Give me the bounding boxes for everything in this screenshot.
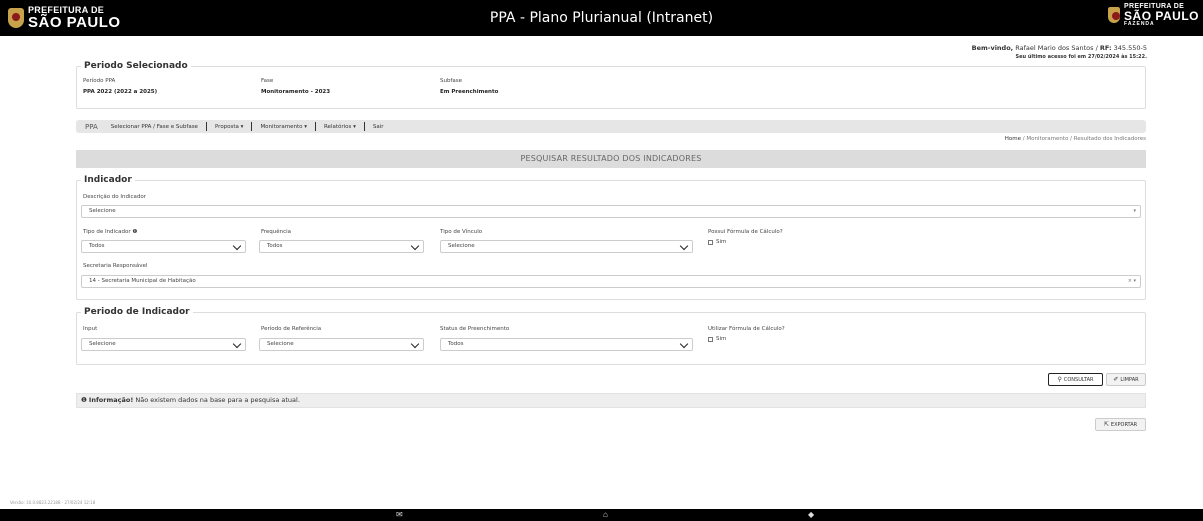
frequencia-label: Frequência	[261, 229, 292, 235]
periodo-referencia-value: Selecione	[267, 341, 294, 347]
input-value: Selecione	[89, 341, 116, 347]
tipo-indicador-value: Todos	[89, 243, 105, 249]
nav-brand[interactable]: PPA	[85, 123, 98, 131]
tipo-indicador-select[interactable]: Todos	[81, 240, 246, 253]
utilizar-formula-label: Utilizar Fórmula de Cálculo?	[708, 326, 785, 332]
input-select[interactable]: Selecione	[81, 338, 246, 351]
nav-divider	[205, 122, 207, 131]
nav-monitoramento[interactable]: Monitoramento ▾	[260, 124, 307, 130]
utilizar-formula-option: Sim	[716, 336, 727, 342]
status-preenchimento-value: Todos	[448, 341, 464, 347]
periodo-ppa-label: Período PPA	[83, 78, 116, 84]
tipo-vinculo-value: Selecione	[448, 243, 475, 249]
info-alert: ❶ Informação! Não existem dados na base …	[76, 393, 1146, 408]
possui-formula-checkbox[interactable]: Sim	[708, 239, 726, 245]
secretaria-label: Secretaria Responsável	[83, 263, 148, 269]
dropdown-caret-icon: ▾	[1133, 208, 1136, 214]
periodo-selecionado-panel: Periodo Selecionado	[76, 61, 1146, 109]
secretaria-value: 14 - Secretaria Municipal de Habitação	[89, 278, 196, 284]
info-circle-icon[interactable]: ❶	[132, 229, 137, 235]
tipo-indicador-label: Tipo de Indicador ❶	[83, 229, 137, 235]
info-icon: ❶	[81, 396, 87, 404]
checkbox-box[interactable]	[708, 239, 713, 245]
descricao-indicador-value: Selecione	[89, 208, 116, 214]
status-preenchimento-label: Status de Preenchimento	[440, 326, 510, 332]
checkbox-box[interactable]	[708, 336, 713, 342]
tipo-vinculo-select[interactable]: Selecione	[440, 240, 693, 253]
breadcrumb-monitoramento[interactable]: Monitoramento	[1026, 136, 1068, 142]
secretaria-select[interactable]: 14 - Secretaria Municipal de Habitação ×…	[81, 275, 1141, 288]
consultar-label: CONSULTAR	[1063, 376, 1094, 383]
rf-label: RF:	[1099, 44, 1112, 52]
info-title: Informação!	[88, 396, 134, 404]
chevron-down-icon	[679, 241, 689, 251]
input-label: Input	[83, 326, 98, 332]
version-info: Versão: 10.0.8823.22188 - 27/02/24 12:18	[10, 500, 96, 505]
periodo-referencia-label: Período de Referência	[261, 326, 322, 332]
eraser-icon: ✐	[1113, 376, 1119, 383]
page-title: PESQUISAR RESULTADO DOS INDICADORES	[76, 150, 1146, 168]
mail-icon[interactable]: ✉	[396, 510, 403, 519]
settings-icon[interactable]: ◆	[808, 510, 814, 519]
periodo-indicador-panel: Periodo de Indicador	[76, 307, 1146, 365]
coat-of-arms-icon	[1108, 7, 1121, 23]
periodo-indicador-legend: Periodo de Indicador	[84, 307, 190, 317]
frequencia-select[interactable]: Todos	[259, 240, 424, 253]
export-icon: ⇱	[1103, 421, 1109, 428]
rf-value: 345.550-5	[1111, 44, 1147, 52]
nav-relatorios[interactable]: Relatórios ▾	[324, 124, 356, 130]
chevron-down-icon	[410, 339, 420, 349]
possui-formula-label: Possui Fórmula de Cálculo?	[708, 229, 783, 235]
frequencia-value: Todos	[267, 243, 283, 249]
nav-divider	[251, 122, 253, 131]
app-title: PPA - Plano Plurianual (Intranet)	[489, 10, 714, 26]
limpar-label: LIMPAR	[1120, 376, 1139, 383]
fase-label: Fase	[261, 78, 274, 84]
chevron-down-icon	[679, 339, 689, 349]
user-name: Rafael Mario dos Santos /	[1015, 44, 1100, 52]
chevron-down-icon	[232, 339, 242, 349]
main-nav: PPA Selecionar PPA / Fase e Subfase Prop…	[76, 120, 1146, 133]
nav-sair[interactable]: Sair	[373, 124, 384, 130]
tipo-vinculo-label: Tipo de Vínculo	[440, 229, 483, 235]
fase-value: Monitoramento - 2023	[261, 89, 331, 95]
indicador-legend: Indicador	[84, 175, 132, 185]
home-icon[interactable]: ⌂	[603, 510, 608, 519]
breadcrumb-home[interactable]: Home	[1005, 136, 1021, 142]
limpar-button[interactable]: ✐ LIMPAR	[1106, 373, 1146, 386]
welcome-prefix: Bem-vindo,	[971, 44, 1014, 52]
subfase-label: Subfase	[440, 78, 463, 84]
user-welcome: Bem-vindo, Rafael Mario dos Santos / RF:…	[972, 44, 1147, 62]
chevron-down-icon	[232, 241, 242, 251]
descricao-indicador-label: Descrição do Indicador	[83, 194, 147, 200]
fazenda-logo: PREFEITURA DE SÃO PAULO FAZENDA	[1108, 3, 1199, 27]
exportar-label: EXPORTAR	[1110, 421, 1138, 428]
periodo-referencia-select[interactable]: Selecione	[259, 338, 424, 351]
clear-and-caret-icon[interactable]: × ▾	[1128, 276, 1136, 287]
info-message: Não existem dados na base para a pesquis…	[133, 396, 300, 404]
exportar-button[interactable]: ⇱ EXPORTAR	[1095, 418, 1146, 431]
breadcrumb: Home / Monitoramento / Resultado dos Ind…	[1005, 136, 1146, 142]
nav-divider	[314, 122, 316, 131]
status-preenchimento-select[interactable]: Todos	[440, 338, 693, 351]
subfase-value: Em Preenchimento	[440, 89, 499, 95]
bottom-bar: ✉ ⌂ ◆	[0, 509, 1203, 521]
possui-formula-option: Sim	[716, 239, 727, 245]
periodo-ppa-value: PPA 2022 (2022 a 2025)	[83, 89, 158, 95]
descricao-indicador-select[interactable]: Selecione ▾	[81, 205, 1141, 218]
search-icon: ⚲	[1057, 376, 1062, 383]
periodo-selecionado-legend: Periodo Selecionado	[84, 61, 188, 71]
breadcrumb-current: Resultado dos Indicadores	[1073, 136, 1146, 142]
utilizar-formula-checkbox[interactable]: Sim	[708, 336, 726, 342]
nav-selecionar-ppa[interactable]: Selecionar PPA / Fase e Subfase	[111, 124, 198, 130]
nav-proposta[interactable]: Proposta ▾	[215, 124, 243, 130]
nav-divider	[363, 122, 365, 131]
tipo-indicador-label-text: Tipo de Indicador	[83, 229, 131, 235]
chevron-down-icon	[410, 241, 420, 251]
consultar-button[interactable]: ⚲ CONSULTAR	[1048, 373, 1103, 386]
top-header: PREFEITURA DE SÃO PAULO PPA - Plano Plur…	[0, 0, 1203, 36]
